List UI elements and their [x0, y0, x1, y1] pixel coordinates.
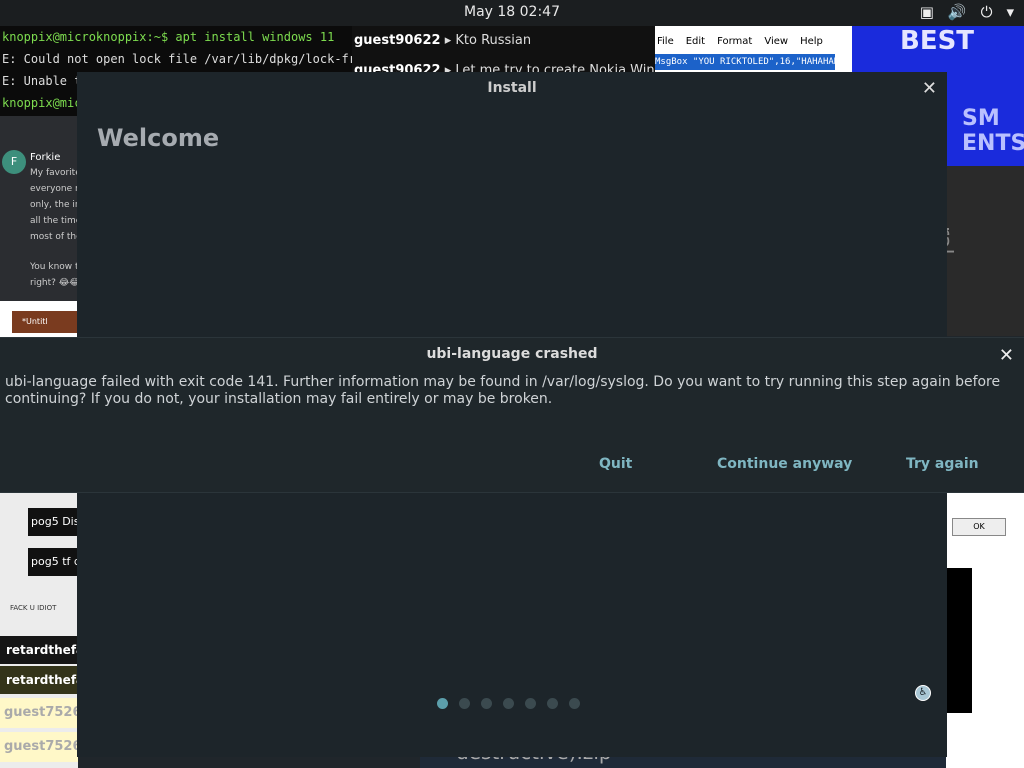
step-dot: [569, 698, 580, 709]
quit-button[interactable]: Quit: [599, 456, 632, 472]
ok-button[interactable]: OK: [952, 518, 1006, 536]
install-window-title: Install: [487, 80, 537, 96]
step-indicator: [437, 698, 580, 709]
system-tray[interactable]: ▣ 🔊 ⏻ ▾: [920, 3, 1014, 21]
continue-anyway-button[interactable]: Continue anyway: [717, 456, 852, 472]
step-dot: [525, 698, 536, 709]
page-title: Welcome: [97, 124, 220, 152]
step-dot: [481, 698, 492, 709]
avatar: F: [2, 150, 26, 174]
step-dot: [547, 698, 558, 709]
close-icon[interactable]: ✕: [999, 345, 1014, 366]
background-guest-chat: guest90622 ▸ Kto Russian guest90622 ▸ Le…: [352, 26, 655, 72]
step-dot: [437, 698, 448, 709]
background-left-chat: pog5 Diss pog5 tf do FACK U IDIOT retard…: [0, 490, 78, 768]
background-right-window: OK: [946, 490, 1024, 768]
chevron-down-icon[interactable]: ▾: [1006, 3, 1014, 21]
background-notepad: File Edit Format View Help MsgBox "YOU R…: [655, 26, 852, 72]
power-icon[interactable]: ⏻: [981, 3, 993, 21]
screen-icon[interactable]: ▣: [920, 3, 934, 21]
crash-dialog: ubi-language crashed ✕ ubi-language fail…: [0, 337, 1024, 493]
top-bar: May 18 02:47 ▣ 🔊 ⏻ ▾: [0, 0, 1024, 26]
dialog-title: ubi-language crashed: [426, 346, 598, 362]
background-right-strip: ral hildaboo: [906, 166, 1024, 336]
step-dot: [459, 698, 470, 709]
background-left-window: *Untitl: [0, 301, 78, 337]
accessibility-icon[interactable]: ♿: [915, 685, 931, 701]
clock[interactable]: May 18 02:47: [0, 4, 1024, 20]
chat-username: Forkie: [30, 152, 61, 163]
try-again-button[interactable]: Try again: [906, 456, 979, 472]
step-dot: [503, 698, 514, 709]
background-chat: F Forkie My favorite everyone ma only, t…: [0, 116, 80, 301]
close-icon[interactable]: ✕: [922, 78, 937, 99]
volume-icon[interactable]: 🔊: [948, 3, 967, 21]
dialog-message: ubi-language failed with exit code 141. …: [5, 374, 1001, 407]
